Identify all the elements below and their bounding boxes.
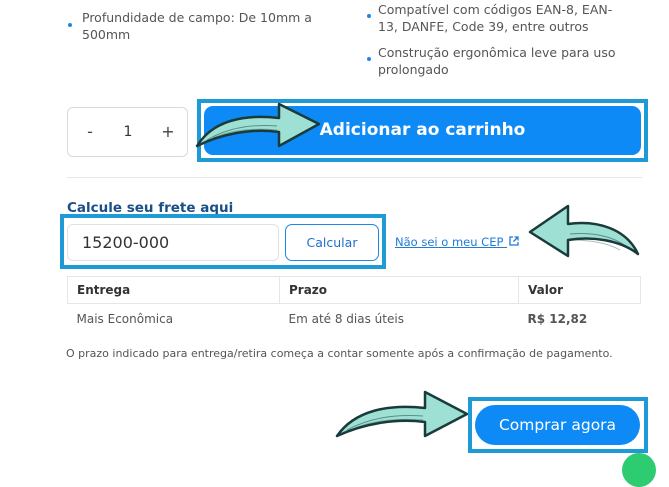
- external-link-icon: [509, 236, 519, 246]
- shipping-note: O prazo indicado para entrega/retira com…: [66, 347, 613, 360]
- shipping-price: R$ 12,82: [527, 312, 588, 326]
- feature-ergonomic: Construção ergonômica leve para uso prol…: [378, 44, 616, 78]
- bullet-dot: [68, 23, 72, 27]
- table-row: Mais Econômica Em até 8 dias úteis R$ 12…: [68, 304, 641, 335]
- shipping-method: Mais Econômica: [76, 312, 174, 326]
- decrease-quantity-button[interactable]: -: [72, 108, 108, 156]
- calculate-shipping-button[interactable]: Calcular: [285, 224, 379, 261]
- unknown-cep-link[interactable]: Não sei o meu CEP: [395, 235, 519, 249]
- feature-line: Compatível com códigos EAN-8, EAN-: [378, 2, 613, 17]
- bullet-dot: [367, 57, 371, 61]
- column-header-prazo: Prazo: [279, 276, 519, 304]
- table-header-row: Entrega Prazo Valor: [67, 276, 641, 304]
- floating-chat-button[interactable]: [622, 453, 656, 487]
- feature-compatibility: Compatível com códigos EAN-8, EAN- 13, D…: [378, 1, 612, 35]
- shipping-options-table: Entrega Prazo Valor Mais Econômica Em at…: [67, 276, 641, 334]
- shipping-deadline: Em até 8 dias úteis: [288, 312, 404, 326]
- feature-line: prolongado: [378, 62, 449, 77]
- feature-line: Construção ergonômica leve para uso: [378, 45, 616, 60]
- column-header-valor: Valor: [518, 276, 641, 304]
- feature-depth-of-field: Profundidade de campo: De 10mm a 500mm: [82, 9, 312, 43]
- section-divider: [67, 177, 642, 178]
- arrow-left-icon: [528, 204, 640, 258]
- feature-line: Profundidade de campo: De 10mm a: [82, 10, 312, 25]
- feature-line: 500mm: [82, 27, 131, 42]
- arrow-right-icon: [335, 390, 469, 438]
- buy-now-button[interactable]: Comprar agora: [475, 405, 640, 445]
- unknown-cep-label[interactable]: Não sei o meu CEP: [395, 235, 503, 249]
- increase-quantity-button[interactable]: +: [150, 108, 186, 156]
- quantity-stepper: - 1 +: [67, 107, 188, 157]
- column-header-entrega: Entrega: [67, 276, 280, 304]
- quantity-value[interactable]: 1: [108, 108, 148, 156]
- bullet-dot: [367, 14, 371, 18]
- feature-line: 13, DANFE, Code 39, entre outros: [378, 19, 589, 34]
- cep-input[interactable]: 15200-000: [67, 224, 279, 261]
- arrow-right-icon: [195, 102, 321, 148]
